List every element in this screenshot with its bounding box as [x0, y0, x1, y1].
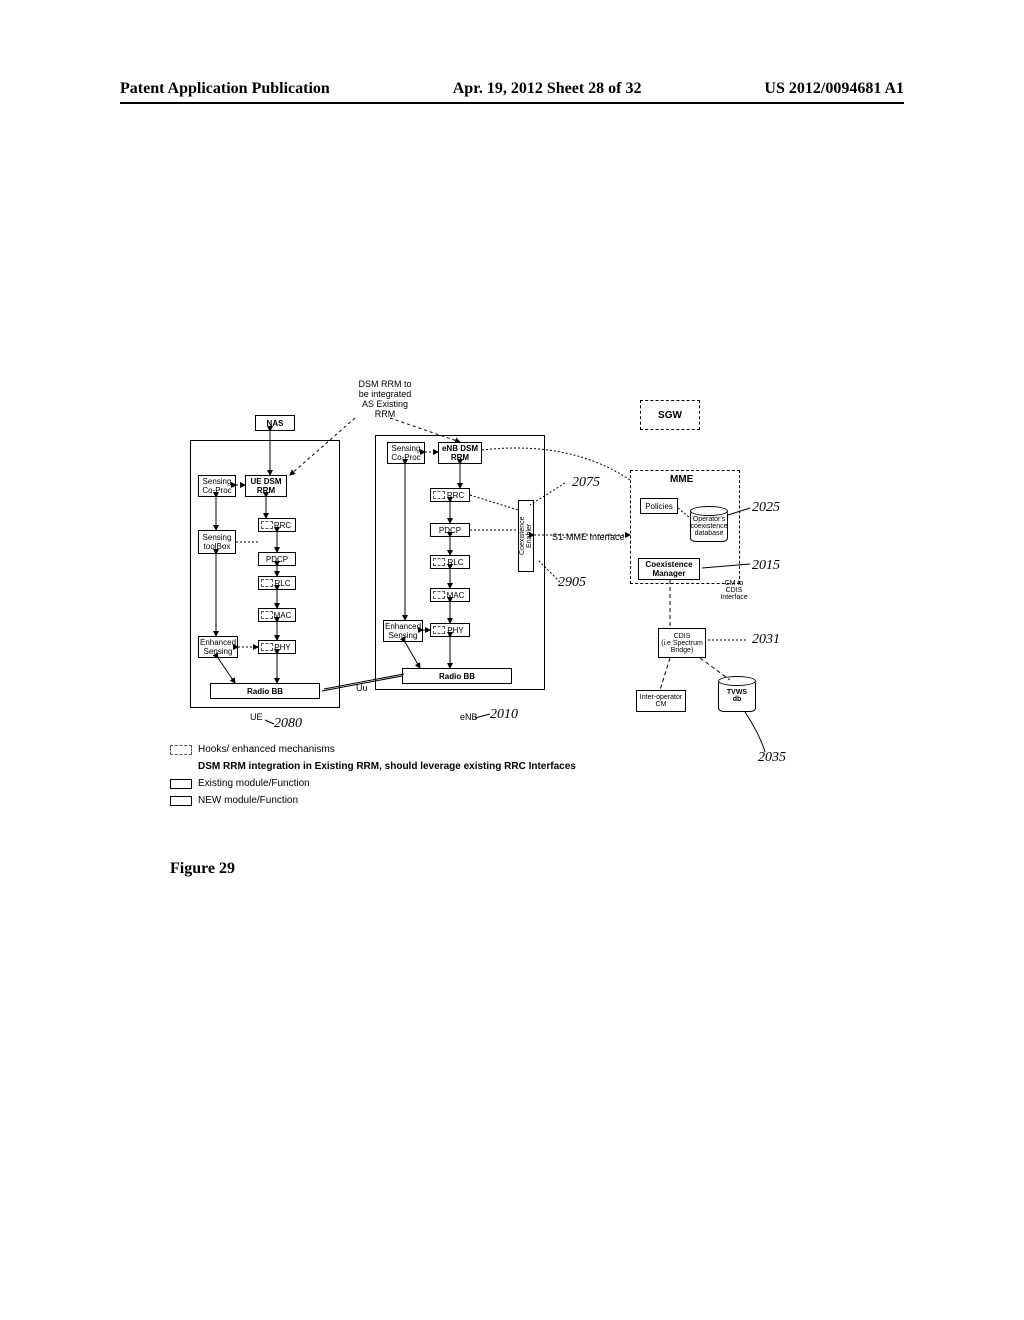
uu-label: Uu [356, 683, 368, 693]
page-header: Patent Application Publication Apr. 19, … [120, 80, 904, 98]
enb-phy: PHY [430, 623, 470, 637]
ref-2080: 2080 [274, 716, 302, 732]
legend: Hooks/ enhanced mechanisms DSM RRM integ… [170, 744, 576, 812]
enb-mac: MAC [430, 588, 470, 602]
sgw-box: SGW [640, 400, 700, 430]
figure-area: DSM RRM tobe integratedAS ExistingRRM NA… [170, 380, 870, 740]
enb-enhanced-sensing: EnhancedSensing [383, 620, 423, 642]
top-note: DSM RRM tobe integratedAS ExistingRRM [345, 380, 425, 420]
enb-radio-bb: Radio BB [402, 668, 512, 684]
figure-caption: Figure 29 [170, 860, 235, 878]
ue-enhanced-sensing: EnhancedSensing [198, 636, 238, 658]
ue-mac: MAC [258, 608, 296, 622]
enb-rlc: RLC [430, 555, 470, 569]
legend-hooks: Hooks/ enhanced mechanisms [170, 744, 576, 755]
legend-note: DSM RRM integration in Existing RRM, sho… [198, 761, 576, 772]
ref-2905: 2905 [558, 575, 586, 591]
policies-box: Policies [640, 498, 678, 514]
enb-sensing-coproc: SensingCo-Proc [387, 442, 425, 464]
header-right: US 2012/0094681 A1 [764, 80, 904, 98]
cm-to-cdis-label: CM toCDISInterface [717, 580, 751, 601]
ue-rlc: RLC [258, 576, 296, 590]
ref-2010: 2010 [490, 707, 518, 723]
ue-radio-bb: Radio BB [210, 683, 320, 699]
ref-2015: 2015 [752, 558, 780, 574]
enb-rrc: RRC [430, 488, 470, 502]
coexistence-manager: CoexistenceManager [638, 558, 700, 580]
tvws-db: TVWSdb [718, 680, 756, 712]
header-center: Apr. 19, 2012 Sheet 28 of 32 [453, 80, 642, 98]
operators-db: Operator'scoexistencedatabase [690, 510, 728, 542]
sensing-toolbox: SensingtoolBox [198, 530, 236, 554]
legend-note-label: DSM RRM integration in Existing RRM, sho… [198, 761, 576, 772]
header-left: Patent Application Publication [120, 80, 330, 98]
ue-label: UE [250, 712, 263, 722]
enb-label: eNB [460, 712, 478, 722]
nas-box: NAS [255, 415, 295, 431]
legend-new: NEW module/Function [170, 795, 576, 806]
mme-label: MME [670, 474, 693, 485]
enb-pdcp: PDCP [430, 523, 470, 537]
ref-2031: 2031 [752, 632, 780, 648]
ref-2075: 2075 [572, 475, 600, 491]
legend-existing-label: Existing module/Function [198, 778, 310, 789]
legend-existing: Existing module/Function [170, 778, 576, 789]
legend-new-label: NEW module/Function [198, 795, 298, 806]
ref-2025: 2025 [752, 500, 780, 516]
coexistence-enabler: CoexistenceEnabler [518, 500, 534, 572]
cdis-box: CDIS(i.e SpectrumBridge) [658, 628, 706, 658]
ue-dsm-rrm: UE DSMRRM [245, 475, 287, 497]
enb-dsm-rrm: eNB DSMRRM [438, 442, 482, 464]
ref-2035: 2035 [758, 750, 786, 766]
ue-rrc: RRC [258, 518, 296, 532]
header-rule [120, 102, 904, 104]
legend-hooks-label: Hooks/ enhanced mechanisms [198, 744, 335, 755]
ue-sensing-coproc: SensingCo-Proc [198, 475, 236, 497]
ue-phy: PHY [258, 640, 296, 654]
s1-mme-label: S1-MME Interface [552, 532, 625, 542]
inter-op-cm: Inter-operatorCM [636, 690, 686, 712]
ue-pdcp: PDCP [258, 552, 296, 566]
